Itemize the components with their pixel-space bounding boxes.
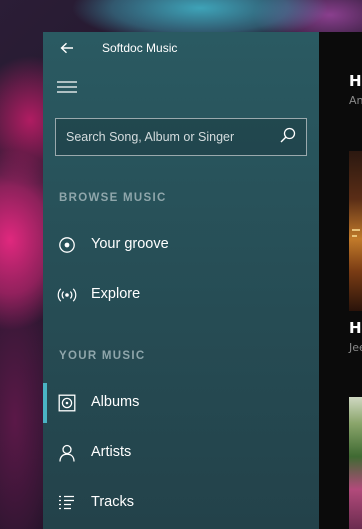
- explore-icon: [57, 285, 77, 305]
- nav-item-label: Tracks: [91, 494, 134, 510]
- nav-item-artists[interactable]: Artists: [43, 428, 319, 478]
- content-area: Ha An Ha Jee: [319, 32, 362, 529]
- nav-item-tracks[interactable]: Tracks: [43, 478, 319, 528]
- hamburger-icon: [57, 79, 77, 98]
- nav-item-your-groove[interactable]: Your groove: [43, 220, 319, 270]
- app-title: Softdoc Music: [102, 41, 178, 55]
- your-music-header: YOUR MUSIC: [59, 350, 146, 362]
- album-cover[interactable]: [349, 397, 362, 529]
- search-box: [55, 118, 307, 156]
- nav-item-label: Albums: [91, 394, 140, 410]
- album-title[interactable]: Ha: [349, 72, 362, 90]
- album-cover[interactable]: [349, 151, 362, 311]
- nav-item-label: Explore: [91, 286, 141, 302]
- nav-item-explore[interactable]: Explore: [43, 270, 319, 320]
- nav-item-albums[interactable]: Albums: [43, 378, 319, 428]
- navigation-pane: Softdoc Music BROWSE MUSIC: [43, 32, 319, 529]
- back-arrow-icon: [60, 39, 74, 58]
- search-icon: [280, 127, 296, 147]
- groove-icon: [57, 235, 77, 255]
- album-title[interactable]: Ha: [349, 319, 362, 337]
- browse-music-header: BROWSE MUSIC: [59, 192, 167, 204]
- cover-detail: [352, 229, 360, 231]
- person-icon: [57, 443, 77, 463]
- search-button[interactable]: [276, 125, 300, 149]
- nav-item-label: Artists: [91, 444, 132, 460]
- list-icon: [57, 493, 77, 513]
- back-button[interactable]: [53, 37, 81, 59]
- selection-indicator: [43, 383, 47, 423]
- title-bar: Softdoc Music: [43, 32, 319, 64]
- cover-detail: [352, 235, 357, 237]
- album-artist: Jee: [349, 341, 362, 354]
- album-artist: An: [349, 94, 362, 107]
- menu-button[interactable]: [53, 76, 81, 100]
- search-input[interactable]: [56, 119, 274, 155]
- album-icon: [57, 393, 77, 413]
- music-app-window: Ha An Ha Jee Softdoc Music: [43, 32, 362, 529]
- nav-item-label: Your groove: [91, 236, 169, 252]
